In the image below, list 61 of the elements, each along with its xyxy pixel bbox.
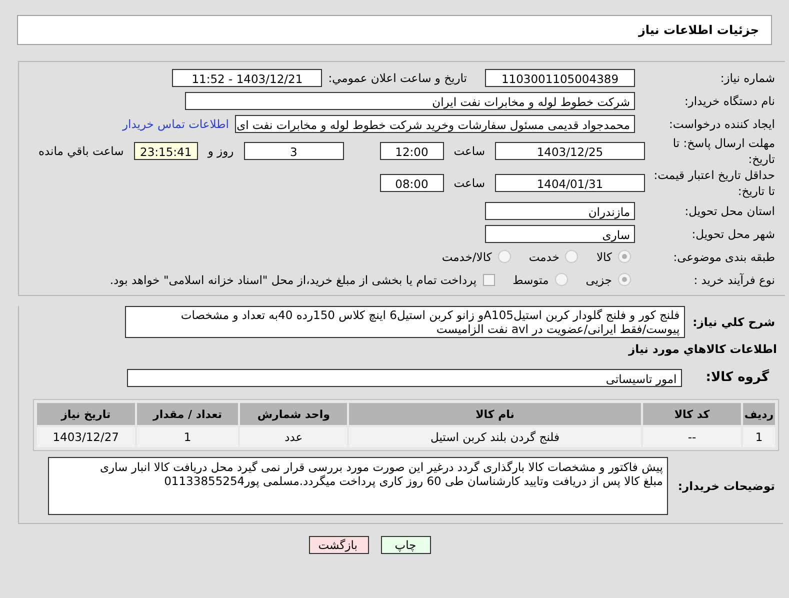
table-cell: 1: [743, 427, 775, 447]
back-button[interactable]: بازگشت: [308, 536, 368, 554]
column-header: کد کالا: [643, 403, 741, 425]
buyer-org-field: شرکت خطوط لوله و مخابرات نفت ایران: [185, 92, 635, 110]
days-label: روز و: [208, 144, 234, 158]
checkbox[interactable]: [482, 274, 495, 286]
column-header: تعداد / مقدار: [136, 403, 238, 425]
goods-group-field: امور تاسیساتی: [126, 368, 682, 386]
contact-link[interactable]: اطلاعات تماس خريدار: [122, 116, 229, 130]
time-field: 12:00: [380, 142, 444, 160]
city-field: ساری: [485, 224, 635, 242]
time-field: 08:00: [380, 174, 444, 192]
table-cell: فلنج گردن بلند کربن استیل: [349, 427, 641, 447]
field-label: شهر محل تحويل:: [690, 226, 776, 242]
radio-label: کالا/خدمت: [442, 250, 492, 264]
field-label: ايجاد کننده درخواست:: [668, 116, 776, 132]
remaining-label: ساعت باقي مانده: [38, 144, 124, 158]
time-label: ساعت: [454, 144, 485, 158]
column-header: واحد شمارش: [240, 403, 347, 425]
radio-button[interactable]: [554, 273, 568, 286]
description-textarea[interactable]: فلنج کور و فلنج گلودار کربن استیلA105و زانو کربن استیل6 اینچ کلاس 150رده 40به تعداد و مشخصات پیوست/فقط ایرانی/عضویت در avl نفت الزامیست: [124, 306, 685, 338]
radio-button[interactable]: [618, 273, 631, 286]
field-label: طبقه بندی موضوعی:: [672, 248, 776, 264]
section-title: اطلاعات کالاهاي مورد نياز: [627, 342, 778, 356]
column-header: تاریخ نیاز: [37, 403, 135, 425]
column-header: نام کالا: [349, 403, 641, 425]
table-cell: 1: [136, 427, 238, 447]
days-field: 3: [244, 142, 344, 160]
print-button[interactable]: چاپ: [380, 536, 430, 554]
announce-date-field: 1403/12/21 - 11:52: [172, 68, 322, 86]
creator-field: محمدجواد قدیمی مسئول سفارشات وخرید شرکت خطوط لوله و مخابرات نفت ای: [235, 114, 635, 132]
radio-button[interactable]: [565, 250, 578, 263]
field-label: استان محل تحويل:: [684, 202, 776, 218]
buyer-notes-textarea[interactable]: پیش فاکتور و مشخصات کالا بارگذاری گردد درغیر این صورت مورد بررسی قرار نمی گیرد محل دریافت کالا انبار ساری مبلغ کالا پس از دریافت وتایید کارشناسان طی 60 روز کاری پرداخت میگردد.مسلمی پور01133855254: [48, 457, 668, 515]
field-label: شرح کلي نياز:: [692, 315, 776, 329]
field-label: گروه کالا:: [706, 370, 770, 385]
field-label: حداقل تاریخ اعتبار قیمت: تا تاریخ:: [652, 167, 776, 199]
column-header: ردیف: [743, 403, 775, 425]
field-label: مهلت ارسال پاسخ: تا تاریخ:: [672, 135, 776, 167]
field-label: نوع فرآیند خرید :: [692, 272, 776, 288]
date-field: 1403/12/25: [495, 142, 645, 160]
radio-label: جزیی: [586, 272, 612, 286]
table-cell: عدد: [240, 427, 347, 447]
page-title: جزئیات اطلاعات نیاز: [638, 23, 759, 37]
radio-label: متوسط: [512, 272, 549, 286]
radio-label: خدمت: [528, 250, 560, 264]
checkbox-label: پرداخت تمام یا بخشی از مبلغ خرید،از محل "اسناد خزانه اسلامی" خواهد بود.: [110, 272, 477, 286]
field-label: نام دستگاه خريدار:: [683, 92, 776, 108]
field-label: تاریخ و ساعت اعلان عمومي:: [328, 70, 467, 84]
field-label: توضیحات خریدار:: [678, 479, 776, 493]
date-field: 1404/01/31: [495, 174, 645, 192]
province-field: مازندران: [485, 202, 635, 220]
table-cell: 1403/12/27: [37, 427, 135, 447]
time-label: ساعت: [454, 176, 485, 190]
table-cell: --: [643, 427, 741, 447]
need-number-field: 1103001105004389: [485, 68, 635, 86]
field-label: شماره نیاز:: [719, 70, 776, 86]
countdown-field: 23:15:41: [134, 142, 198, 160]
radio-label: کالا: [596, 250, 612, 264]
radio-button[interactable]: [618, 250, 631, 263]
radio-button[interactable]: [498, 250, 511, 263]
